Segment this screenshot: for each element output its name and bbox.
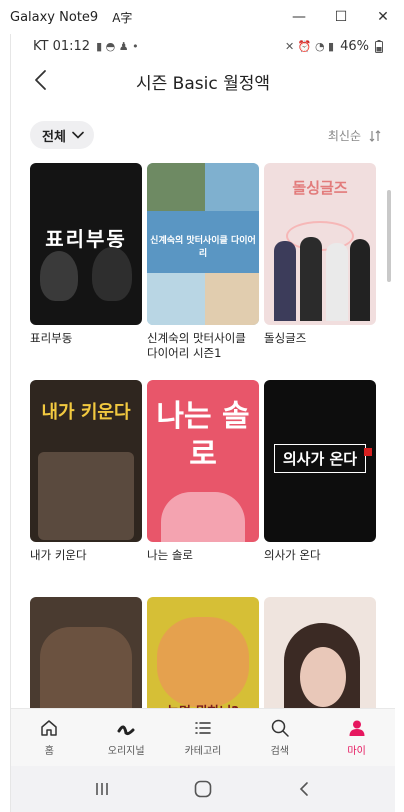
page-title: 시즌 Basic 월정액: [135, 73, 270, 94]
list-icon: [195, 722, 211, 734]
recent-apps-icon: [95, 783, 108, 795]
nav-home-label: 홈: [44, 746, 54, 757]
photo-tile: [205, 273, 259, 325]
carrier-time: KT 01:12: [33, 38, 91, 54]
nav-original[interactable]: 오리지널: [88, 709, 165, 766]
close-button[interactable]: ✕: [362, 0, 404, 34]
category-filter-dropdown[interactable]: 전체: [30, 121, 94, 149]
search-icon: [271, 719, 289, 737]
status-bar: KT 01:12 ▮ ◓ ♟ • ✕ ⏰ ◔ ▮ 46%: [11, 34, 395, 58]
original-icon: [117, 725, 135, 736]
nav-my[interactable]: 마이: [318, 709, 395, 766]
card-title-3: 돌싱글즈: [264, 331, 307, 345]
group-photo: [157, 617, 249, 707]
poster-title-2: 신계숙의 맛터사이클 다이어리: [150, 236, 256, 259]
poster-title-3: 돌싱글즈: [292, 179, 348, 197]
poster-6: 의사가 온다: [264, 380, 376, 542]
maximize-button[interactable]: ☐: [320, 0, 362, 34]
bottom-navigation: 홈 오리지널 카테고리 검색 마이: [11, 708, 395, 766]
red-cross-mark: [364, 448, 372, 456]
poster-title-4: 내가 키운다: [41, 402, 131, 423]
content-card-4[interactable]: 내가 키운다 내가 키운다: [30, 380, 142, 563]
poster-title-6: 의사가 온다: [274, 444, 366, 473]
back-button[interactable]: [284, 769, 324, 809]
window-title: Galaxy Note9: [10, 9, 99, 25]
person-shape: [350, 239, 370, 321]
poster-title-5: 나는 솔로: [156, 399, 250, 472]
poster-title-1: 표리부동: [45, 227, 127, 251]
window-titlebar: Galaxy Note9 A字 — ☐ ✕: [0, 0, 404, 34]
battery-icon: [375, 39, 383, 53]
sort-icon: [369, 129, 381, 142]
person-shape: [300, 237, 322, 321]
nav-search[interactable]: 검색: [241, 709, 318, 766]
battery-percent: 46%: [340, 38, 369, 54]
person-shape: [326, 243, 348, 321]
card-title-6: 의사가 온다: [264, 548, 321, 562]
face-shape: [92, 247, 132, 301]
sort-label: 최신순: [327, 129, 361, 143]
system-status-icons: ✕ ⏰ ◔ ▮: [285, 39, 335, 53]
group-photo: [38, 452, 134, 540]
poster-4: 내가 키운다: [30, 380, 142, 542]
window-controls: — ☐ ✕: [278, 0, 404, 34]
system-navigation-bar: [11, 766, 395, 812]
photo-tile: [147, 273, 205, 325]
notification-icons: ▮ ◓ ♟ •: [96, 39, 139, 53]
content-card-5[interactable]: 나는 솔로 나는 솔로: [147, 380, 259, 563]
nav-my-label: 마이: [347, 746, 366, 757]
minimize-button[interactable]: —: [278, 0, 320, 34]
back-icon: [300, 782, 309, 796]
device-screen: KT 01:12 ▮ ◓ ♟ • ✕ ⏰ ◔ ▮ 46% 시즌 Basic 월정…: [10, 34, 395, 812]
text-size-icon[interactable]: A字: [112, 9, 132, 26]
card-title-4: 내가 키운다: [30, 548, 87, 562]
card-title-2: 신계숙의 맛터사이클 다이어리 시즌1: [147, 331, 246, 360]
home-icon: [41, 720, 58, 736]
sort-button[interactable]: 최신순: [328, 127, 381, 144]
person-shape: [274, 241, 296, 321]
content-card-3[interactable]: 돌싱글즈 돌싱글즈: [264, 163, 376, 346]
scrollbar[interactable]: [387, 190, 391, 282]
home-circle-icon: [194, 780, 212, 798]
content-grid: 표리부동 표리부동 신계숙의 맛터사이클 다이어리 신계숙의 맛터사이클 다이어…: [11, 160, 395, 742]
category-filter-label: 전체: [42, 129, 66, 145]
poster-2: 신계숙의 맛터사이클 다이어리: [147, 163, 259, 325]
nav-category-label: 카테고리: [184, 746, 222, 757]
card-title-5: 나는 솔로: [147, 548, 193, 562]
face-shape: [40, 251, 78, 301]
photo-tile: [205, 163, 259, 211]
recent-apps-button[interactable]: [82, 769, 122, 809]
content-card-2[interactable]: 신계숙의 맛터사이클 다이어리 신계숙의 맛터사이클 다이어리 시즌1: [147, 163, 259, 361]
nav-search-label: 검색: [270, 746, 289, 757]
poster-5: 나는 솔로: [147, 380, 259, 542]
content-card-1[interactable]: 표리부동 표리부동: [30, 163, 142, 346]
app-header: 시즌 Basic 월정액: [11, 58, 395, 104]
home-button[interactable]: [183, 769, 223, 809]
content-card-6[interactable]: 의사가 온다 의사가 온다: [264, 380, 376, 563]
person-icon: [349, 720, 365, 736]
filter-row: 전체 최신순: [11, 104, 395, 160]
chevron-left-icon[interactable]: [31, 68, 51, 92]
chevron-down-icon: [72, 131, 84, 139]
nav-home[interactable]: 홈: [11, 709, 88, 766]
face-shape: [300, 647, 346, 707]
nav-category[interactable]: 카테고리: [165, 709, 242, 766]
card-title-1: 표리부동: [30, 331, 73, 345]
photo-tile: [147, 163, 205, 211]
poster-1: 표리부동: [30, 163, 142, 325]
group-photo: [161, 492, 245, 542]
nav-original-label: 오리지널: [107, 746, 145, 757]
poster-3: 돌싱글즈: [264, 163, 376, 325]
